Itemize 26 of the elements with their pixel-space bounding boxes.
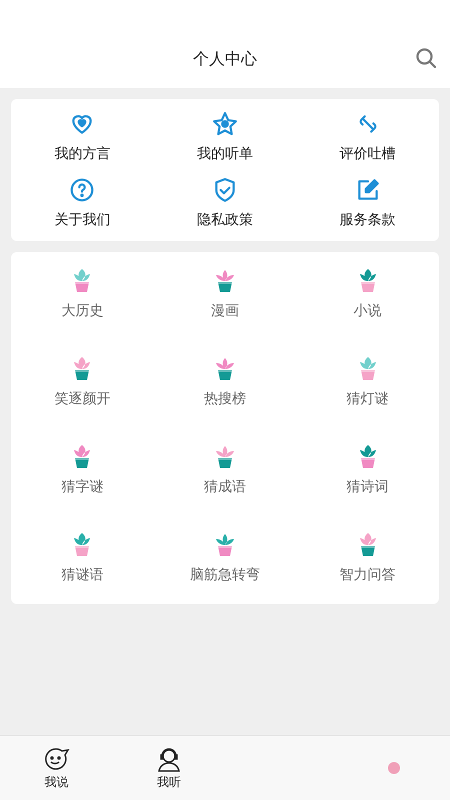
smiley-icon	[42, 746, 70, 772]
category-item[interactable]: 热搜榜	[204, 390, 246, 408]
menu-item[interactable]: 我的听单	[196, 145, 253, 163]
category-item[interactable]: 大历史	[61, 302, 104, 320]
help-icon	[69, 177, 96, 203]
tab-item[interactable]: 我说	[44, 774, 68, 790]
menu-item[interactable]: 评价吐槽	[340, 145, 396, 163]
category-item[interactable]: 笑逐颜开	[54, 390, 110, 408]
star-icon	[212, 111, 238, 137]
category-item[interactable]: 猜灯谜	[346, 390, 389, 408]
category-item[interactable]: 漫画	[210, 302, 239, 320]
search-icon[interactable]	[414, 46, 438, 70]
category-item[interactable]: 猜谜语	[61, 566, 104, 584]
category-item[interactable]: 脑筋急转弯	[190, 566, 260, 584]
menu-item[interactable]: 服务条款	[340, 211, 396, 229]
menu-item[interactable]: 关于我们	[54, 211, 110, 229]
page-title: 个人中心	[193, 49, 257, 70]
category-item[interactable]: 猜成语	[204, 478, 246, 496]
category-item[interactable]: 小说	[354, 302, 382, 320]
menu-item[interactable]: 我的方言	[54, 145, 110, 163]
category-item[interactable]: 猜诗词	[346, 478, 389, 496]
notification-dot-icon	[386, 761, 401, 775]
menu-item[interactable]: 隐私政策	[196, 211, 253, 229]
category-item[interactable]: 猜字谜	[61, 478, 104, 496]
category-item[interactable]: 智力问答	[340, 566, 396, 584]
tab-item[interactable]: 我听	[156, 774, 181, 790]
